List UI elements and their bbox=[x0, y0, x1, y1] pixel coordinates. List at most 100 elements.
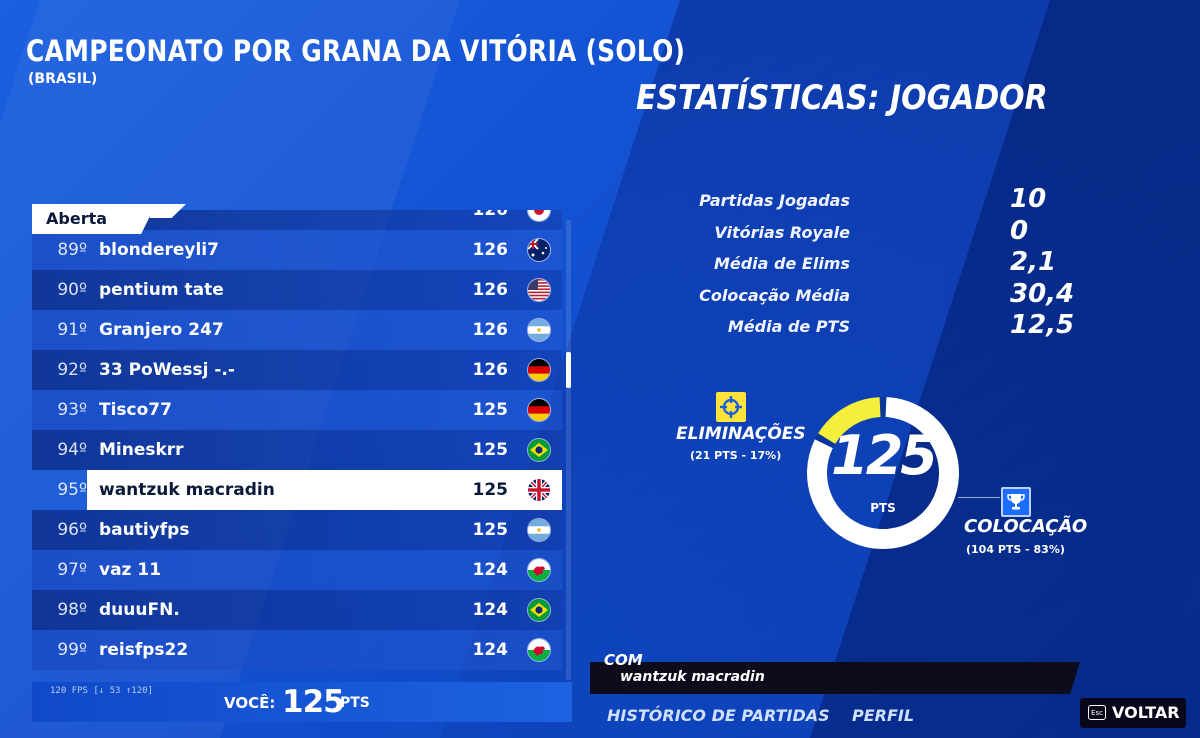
player-score: 124 bbox=[472, 600, 509, 620]
leaderboard: Aberta ... in it 126 89ºblondereyli71269… bbox=[32, 204, 572, 724]
player-rank: 96º bbox=[57, 520, 87, 540]
player-name: bautiyfps bbox=[99, 520, 190, 540]
flag-icon bbox=[528, 359, 550, 381]
player-score: 126 bbox=[472, 210, 509, 220]
flag-icon bbox=[528, 599, 550, 621]
trophy-icon bbox=[1001, 487, 1031, 517]
flag-icon bbox=[528, 279, 550, 301]
player-name: reisfps22 bbox=[99, 640, 189, 660]
player-rank: 93º bbox=[57, 400, 87, 420]
flag-icon bbox=[528, 399, 550, 421]
flag-icon bbox=[528, 439, 550, 461]
flag-icon bbox=[528, 239, 550, 261]
back-label: VOLTAR bbox=[1112, 703, 1180, 722]
player-name: blondereyli7 bbox=[99, 240, 219, 260]
crosshair-icon bbox=[716, 392, 746, 422]
stat-row: Partidas Jogadas 10 bbox=[690, 184, 1090, 216]
player-name: duuuFN. bbox=[99, 600, 180, 620]
player-score: 126 bbox=[472, 360, 509, 380]
player-rank: 97º bbox=[57, 560, 87, 580]
you-label: VOCÊ: bbox=[224, 694, 276, 712]
player-rank: 92º bbox=[57, 360, 87, 380]
player-score: 124 bbox=[472, 560, 509, 580]
player-name: Granjero 247 bbox=[99, 320, 224, 340]
player-rank: 95º bbox=[57, 480, 87, 500]
player-rank: 99º bbox=[57, 640, 87, 660]
player-name: pentium tate bbox=[99, 280, 224, 300]
stat-value: 12,5 bbox=[1010, 310, 1075, 340]
stat-value: 30,4 bbox=[1010, 278, 1075, 309]
table-row[interactable]: 89º blondereyli7 126 bbox=[32, 230, 562, 270]
table-row[interactable]: 93º Tisco77 125 bbox=[32, 390, 562, 430]
stat-row: Média de PTS 12,5 bbox=[690, 310, 1090, 342]
flag-icon bbox=[528, 479, 550, 501]
esc-key-icon: Esc bbox=[1088, 705, 1106, 720]
player-score: 125 bbox=[472, 400, 509, 420]
flag-icon bbox=[528, 319, 550, 341]
table-row[interactable]: 92º 33 PoWessj -.- 126 bbox=[32, 350, 562, 390]
scrollbar-thumb[interactable] bbox=[566, 352, 571, 388]
stat-row: Colocação Média 30,4 bbox=[690, 278, 1090, 311]
flag-icon bbox=[528, 210, 550, 221]
stat-label: Média de Elims bbox=[713, 254, 850, 273]
connector-line bbox=[958, 497, 1000, 498]
stat-value: 10 bbox=[1010, 184, 1047, 214]
player-name: Mineskrr bbox=[99, 440, 184, 460]
table-row[interactable]: 90º pentium tate 126 bbox=[32, 270, 562, 310]
stat-value: 2,1 bbox=[1010, 247, 1057, 277]
table-row[interactable]: 97º vaz 11 124 bbox=[32, 550, 562, 590]
table-row[interactable]: 91º Granjero 247 126 bbox=[32, 310, 562, 350]
you-points: 125 bbox=[282, 684, 345, 720]
stat-label: Média de PTS bbox=[727, 317, 850, 336]
region-subtitle: (BRASIL) bbox=[28, 71, 98, 87]
back-button[interactable]: Esc VOLTAR bbox=[1080, 698, 1186, 728]
tab-aberta[interactable]: Aberta bbox=[32, 204, 156, 234]
player-rank: 94º bbox=[57, 440, 87, 460]
placement-label: COLOCAÇÃO bbox=[964, 516, 1088, 537]
tournament-title: CAMPEONATO POR GRANA DA VITÓRIA (SOLO) bbox=[26, 34, 686, 68]
player-name: wantzuk macradin bbox=[99, 480, 275, 500]
player-name: vaz 11 bbox=[99, 560, 162, 580]
flag-icon bbox=[528, 519, 550, 541]
player-score: 125 bbox=[472, 520, 509, 540]
player-score: 125 bbox=[472, 480, 509, 500]
stats-title: ESTATÍSTICAS: JOGADOR bbox=[636, 78, 1048, 118]
player-name: Tisco77 bbox=[99, 400, 172, 420]
eliminations-label: ELIMINAÇÕES bbox=[676, 424, 806, 444]
stat-label: Partidas Jogadas bbox=[699, 191, 850, 210]
com-label: COM bbox=[604, 651, 643, 669]
table-row-current-player[interactable]: 95º wantzuk macradin 125 bbox=[32, 470, 562, 510]
tab-profile[interactable]: PERFIL bbox=[852, 706, 914, 725]
flag-icon bbox=[528, 639, 550, 661]
stat-label: Vitórias Royale bbox=[714, 222, 850, 242]
table-row[interactable]: 94º Mineskrr 125 bbox=[32, 430, 562, 470]
player-score: 124 bbox=[472, 640, 509, 660]
you-unit: PTS bbox=[340, 695, 370, 711]
fps-counter: 120 FPS [↓ 53 ↑120] bbox=[50, 686, 153, 696]
player-rank: 90º bbox=[57, 280, 87, 300]
player-score: 126 bbox=[472, 240, 509, 260]
leaderboard-rows[interactable]: ... in it 126 89ºblondereyli712690ºpenti… bbox=[32, 210, 562, 684]
stat-row: Vitórias Royale 0 bbox=[690, 215, 1090, 248]
player-rank: 89º bbox=[57, 240, 87, 260]
placement-sub: (104 PTS - 83%) bbox=[966, 543, 1065, 556]
player-score: 125 bbox=[472, 440, 509, 460]
table-row[interactable]: 96º bautiyfps 125 bbox=[32, 510, 562, 550]
donut-total: 125 bbox=[831, 424, 938, 487]
flag-icon bbox=[528, 559, 550, 581]
player-rank: 98º bbox=[57, 600, 87, 620]
com-player-name: wantzuk macradin bbox=[620, 669, 765, 685]
player-rank: 91º bbox=[57, 320, 87, 340]
table-row[interactable]: 99º reisfps22 124 bbox=[32, 630, 562, 670]
stat-row: Média de Elims 2,1 bbox=[690, 247, 1090, 279]
donut-unit: PTS bbox=[870, 501, 896, 515]
stat-label: Colocação Média bbox=[699, 285, 850, 305]
scrollbar-track[interactable] bbox=[566, 220, 571, 680]
eliminations-sub: (21 PTS - 17%) bbox=[690, 449, 782, 462]
player-score: 126 bbox=[472, 320, 509, 340]
tab-match-history[interactable]: HISTÓRICO DE PARTIDAS bbox=[607, 706, 830, 725]
player-score: 126 bbox=[472, 280, 509, 300]
table-row[interactable]: 98º duuuFN. 124 bbox=[32, 590, 562, 630]
stat-value: 0 bbox=[1010, 215, 1029, 246]
player-name: 33 PoWessj -.- bbox=[99, 360, 235, 380]
